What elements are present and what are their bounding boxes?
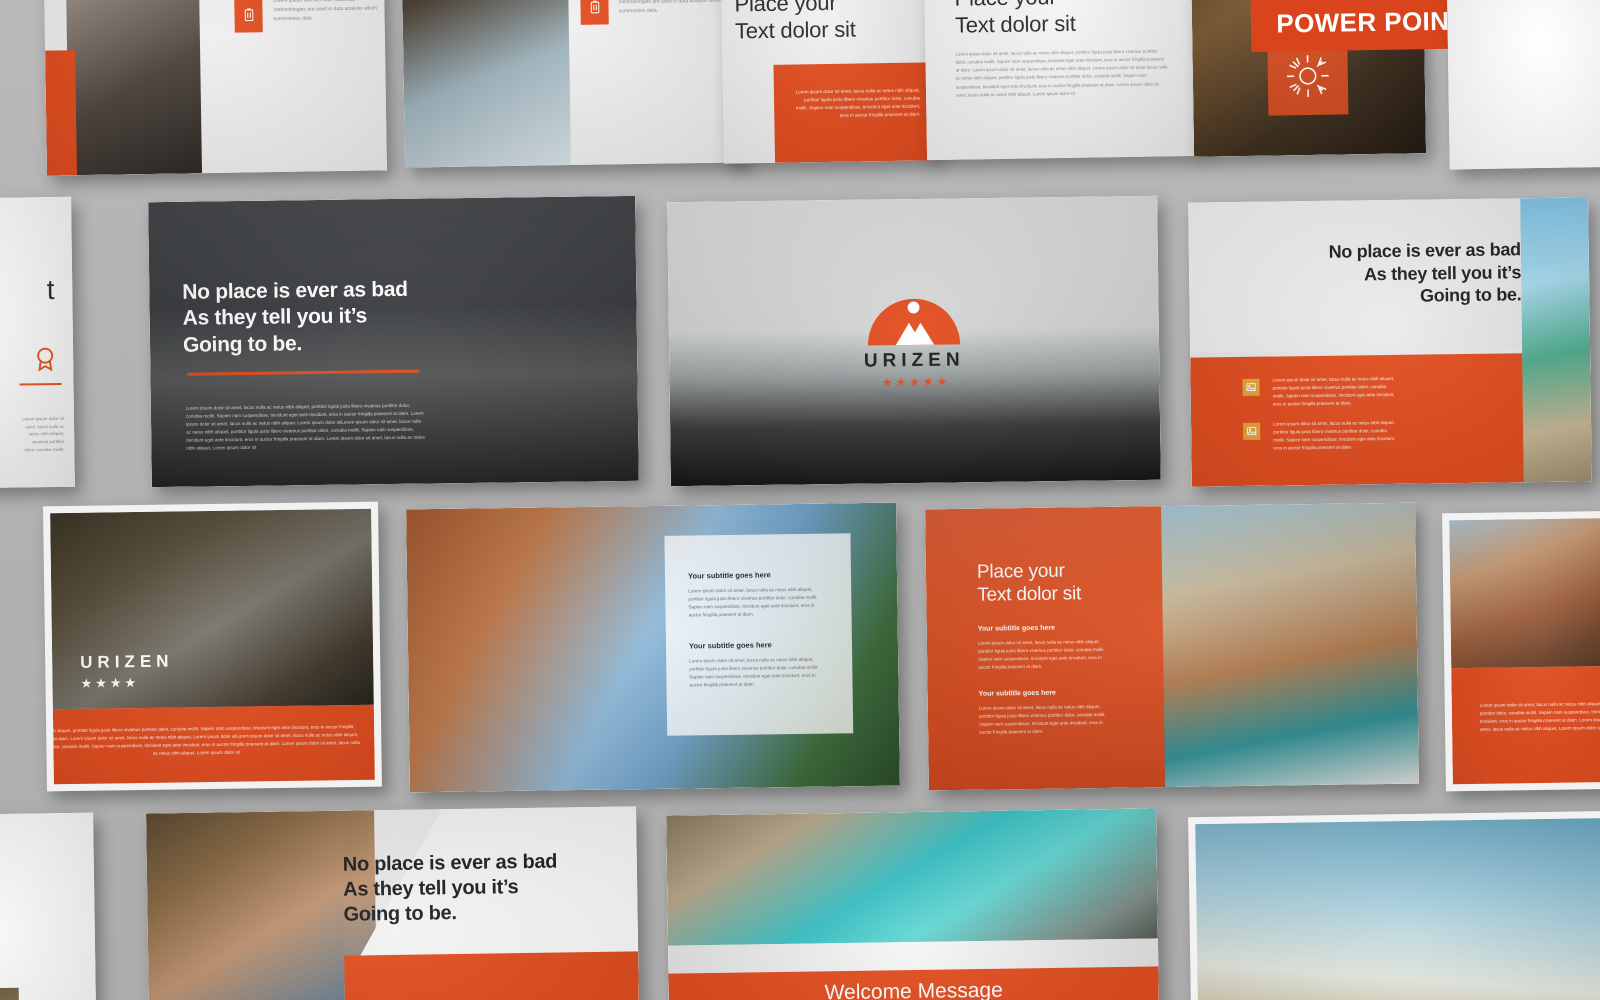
urizen-logo: URIZEN ★ ★ ★ ★ ★ [853,290,974,390]
mountain-sun-logo-mark [853,290,974,348]
subtitle-2: Your subtitle goes here [978,689,1056,698]
photo-canyon-river [1449,517,1600,669]
slide-right-edge-top[interactable] [1446,0,1600,170]
slide-logo-mountain[interactable]: URIZEN ★ ★ ★ ★ ★ [667,195,1161,487]
slide-feature-list-winter[interactable]: Lorem ipsum has two main statistical met… [43,0,387,176]
subtitle-2-body: Lorem ipsum dolor sit amet, lacus nulla … [689,656,819,688]
slide-left-edge-row2[interactable]: t Lorem ipsum dolor sit amet, lacus null… [0,196,75,490]
slide-quote-right-beach[interactable]: No place is ever as bad As they tell you… [1188,197,1592,487]
rating-stars: ★ ★ ★ ★ [80,675,137,691]
slide-title-line-2: Text dolor sit [954,10,1076,38]
slide-waterfall-subtitles[interactable]: Your subtitle goes here Lorem ipsum dolo… [406,502,900,793]
badge-icon [31,345,59,375]
quote-line-1: No place is ever as bad [1328,239,1521,262]
feature-item-1-text: Lorem ipsum dolor sit amet, lacus nulla … [1272,375,1395,407]
road-logo-body: cus nibh aliquet, porttitor ligula justo… [50,724,360,756]
urizen-wordmark: URIZEN [863,349,965,372]
suitcase-icon [580,0,609,25]
right-edge-body: Lorem ipsum dolor sit amet, lacus nulla … [1479,701,1600,732]
left-edge-body: Lorem ipsum dolor sit amet, lacus nulla … [21,415,65,452]
subtitle-2-body: Lorem ipsum dolor sit amet, lacus nulla … [978,704,1106,735]
photo-forest [0,987,20,1000]
feature-item-2-text: Lorem ipsum has two main statistical met… [618,0,722,14]
slide-title-orange-panel[interactable]: Place your Text dolor sit Lorem ipsum do… [719,0,937,164]
rating-stars: ★ ★ ★ ★ ★ [881,374,948,390]
urizen-logo-white: URIZEN ★ ★ ★ ★ [80,651,191,692]
photo-winter-woman [65,0,203,176]
welcome-heading: Welcome Message [824,978,1003,1000]
photo-jump-pool [666,808,1158,946]
orange-footer-bar [344,951,640,1000]
quote-line-3: Going to be. [343,902,457,926]
quote-line-3: Going to be. [1419,284,1522,306]
slide-road-logo[interactable]: URIZEN ★ ★ ★ ★ cus nibh aliquet, porttit… [43,501,382,792]
feature-item-2-text: Lorem ipsum has two main statistical met… [273,0,377,22]
power-point-banner-label: POWER POINT [1276,5,1466,39]
slide-quote-dark-seagull[interactable]: No place is ever as bad As they tell you… [148,195,639,488]
content-card: Your subtitle goes here Lorem ipsum dolo… [664,533,854,736]
accent-bar-left [45,50,78,176]
subtitle-1-body: Lorem ipsum dolor sit amet, lacus nulla … [688,586,818,618]
photo-beach [1520,197,1592,483]
subtitle-1: Your subtitle goes here [977,624,1056,633]
quote-line-1: No place is ever as bad [182,277,408,304]
slide-title-line-2: Text dolor sit [977,583,1082,606]
photo-backpack-hiker-front [146,810,346,1000]
slide-right-edge-row3[interactable]: Lorem ipsum dolor sit amet, lacus nulla … [1442,510,1600,792]
quote-line-2: As they tell you it’s [182,304,368,331]
left-edge-title-fragment: t [46,274,55,306]
urizen-wordmark: URIZEN [80,651,174,672]
image-icon [1242,378,1260,396]
photo-jeep-canyon [1153,502,1419,788]
slides-showcase-canvas: Lorem ipsum has two main statistical met… [0,0,1600,1000]
feature-item-2-text: Lorem ipsum dolor sit amet, lacus nulla … [1273,419,1396,451]
slide-quote-bottom-hiker[interactable]: No place is ever as bad As they tell you… [146,806,640,1000]
slide-title-line-2: Text dolor sit [734,16,856,44]
slide-sky-jeep[interactable] [1188,810,1600,1000]
quote-line-3: Going to be. [182,331,303,357]
slide-welcome-message[interactable]: Welcome Message [666,808,1160,1000]
orange-footer-panel: cus nibh aliquet, porttitor ligula justo… [50,704,375,785]
orange-footer-panel: Lorem ipsum dolor sit amet, lacus nulla … [1451,665,1600,785]
accent-rule [19,382,62,386]
image-icon [1243,422,1261,440]
subtitle-2: Your subtitle goes here [688,640,772,651]
suitcase-icon [234,0,263,33]
slide-feature-list-cliff[interactable]: Lorem ipsum has two main statistical met… [401,0,745,168]
orange-text-panel: Lorem ipsum dolor sit amet, lacus nulla … [773,62,937,163]
slide-jeep-orange-overlay[interactable]: Place your Text dolor sit Your subtitle … [925,502,1419,791]
orange-feature-panel: Lorem ipsum dolor sit amet, lacus nulla … [1190,353,1524,487]
slide-title-line-1: Place your [976,560,1065,583]
subtitle-1-body: Lorem ipsum dolor sit amet, lacus nulla … [977,639,1105,670]
slide-title-long-body[interactable]: Place your Text dolor sit Lorem ipsum do… [922,0,1200,161]
title-slide-body: Lorem ipsum dolor sit amet, lacus nulla … [795,87,921,118]
title-slide-long-body: Lorem ipsum dolor sit amet, lacus nulla … [955,48,1168,98]
quote-dark-body: Lorem ipsum dolor sit amet, lacus nulla … [185,402,425,451]
photo-cliff-hiker [401,0,572,168]
photo-sky-jeep [1195,817,1600,1000]
slide-left-edge-row4[interactable] [0,812,97,1000]
mountain-arc-icon [867,298,961,346]
subtitle-1: Your subtitle goes here [687,570,771,581]
